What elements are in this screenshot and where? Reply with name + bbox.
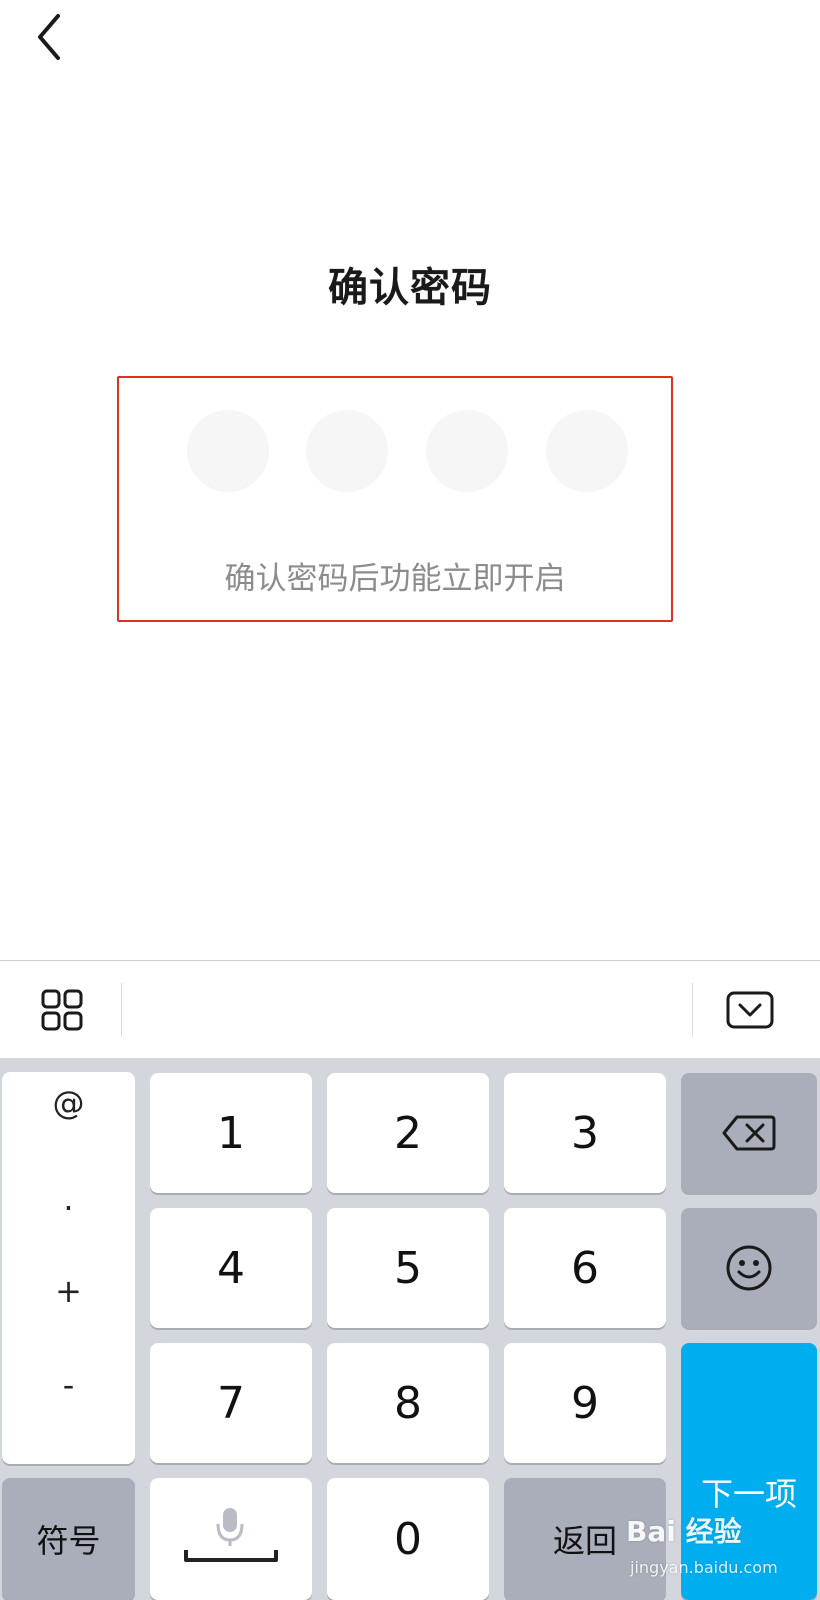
backspace-icon [722, 1115, 776, 1151]
key-3[interactable]: 3 [504, 1073, 666, 1193]
symbol-plus-key[interactable]: + [2, 1272, 135, 1310]
toolbar-divider [121, 983, 122, 1037]
symbol-minus-key[interactable]: - [2, 1366, 135, 1404]
symbol-toggle-key[interactable]: 符号 [2, 1478, 135, 1600]
apps-button[interactable] [36, 985, 88, 1037]
grid-icon [41, 989, 83, 1031]
symbol-column[interactable]: @ . + - [2, 1072, 135, 1464]
pin-hint: 确认密码后功能立即开启 [224, 561, 566, 597]
symbol-dot-key[interactable]: . [2, 1180, 135, 1218]
pin-dot-1 [187, 410, 269, 492]
pin-dot-3 [426, 410, 508, 492]
key-1[interactable]: 1 [150, 1073, 312, 1193]
keyboard-hide-icon [726, 991, 774, 1029]
page-title: 确认密码 [328, 265, 492, 311]
space-key[interactable] [150, 1478, 312, 1600]
key-8[interactable]: 8 [327, 1343, 489, 1463]
key-7[interactable]: 7 [150, 1343, 312, 1463]
chevron-left-icon [38, 14, 60, 60]
watermark-url: jingyan.baidu.com [630, 1558, 778, 1577]
emoji-key[interactable] [681, 1208, 817, 1328]
keyboard-toolbar [0, 960, 820, 1059]
pin-dot-4 [546, 410, 628, 492]
smiley-icon [726, 1245, 772, 1291]
key-2[interactable]: 2 [327, 1073, 489, 1193]
toolbar-divider [692, 983, 693, 1037]
symbol-at-key[interactable]: @ [2, 1084, 135, 1122]
key-9[interactable]: 9 [504, 1343, 666, 1463]
watermark-brand: Bai 经验 [626, 1515, 742, 1548]
hide-keyboard-button[interactable] [720, 985, 780, 1035]
key-0[interactable]: 0 [327, 1478, 489, 1600]
pin-dot-2 [306, 410, 388, 492]
microphone-icon [184, 1508, 278, 1562]
key-5[interactable]: 5 [327, 1208, 489, 1328]
key-6[interactable]: 6 [504, 1208, 666, 1328]
baidu-jingyan-watermark: Bai 经验 jingyan.baidu.com [618, 1508, 818, 1598]
key-4[interactable]: 4 [150, 1208, 312, 1328]
back-button[interactable] [28, 12, 72, 62]
backspace-key[interactable] [681, 1073, 817, 1193]
